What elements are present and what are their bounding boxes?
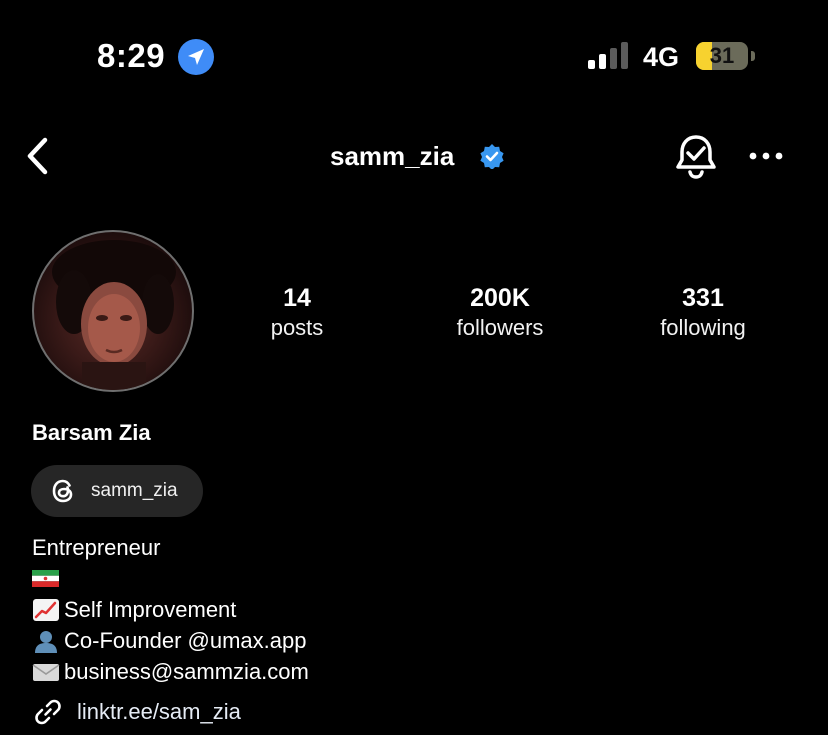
stat-followers[interactable]: 200K followers: [410, 283, 590, 343]
profile-bio: Entrepreneur Self Improvement Co-Founder…: [32, 532, 309, 687]
profile-username-title: samm_zia: [330, 141, 455, 171]
link-icon: [35, 699, 61, 725]
location-arrow-icon: [178, 39, 214, 75]
stat-followers-value: 200K: [470, 284, 530, 312]
battery-percent: 31: [709, 43, 735, 68]
bio-line-self-improvement: Self Improvement: [32, 594, 309, 625]
stat-following[interactable]: 331 following: [613, 283, 793, 343]
verified-badge-icon: [480, 144, 504, 169]
person-silhouette-icon: [35, 630, 57, 653]
stat-following-value: 331: [682, 284, 724, 312]
battery-indicator: 31: [696, 42, 748, 70]
stat-posts-label: posts: [270, 315, 324, 340]
profile-avatar[interactable]: [32, 230, 194, 392]
stat-posts-value: 14: [283, 284, 311, 312]
bio-line-email: business@sammzia.com: [32, 656, 309, 687]
link-text[interactable]: linktr.ee/sam_zia: [77, 697, 241, 727]
profile-link[interactable]: linktr.ee/sam_zia: [32, 697, 241, 727]
network-type: 4G: [643, 42, 680, 72]
profile-display-name: Barsam Zia: [32, 420, 151, 445]
bio-email-text[interactable]: business@sammzia.com: [64, 656, 309, 687]
stat-following-label: following: [660, 315, 746, 340]
status-time: 8:29: [97, 37, 166, 74]
bio-self-improvement-text: Self Improvement: [64, 597, 237, 622]
notifications-button[interactable]: [673, 133, 719, 181]
stat-followers-label: followers: [456, 315, 544, 340]
bio-line-occupation: Entrepreneur: [32, 532, 309, 563]
bio-line-cofounder: Co-Founder @umax.app: [32, 625, 309, 656]
battery-cap: [751, 51, 755, 61]
bio-occupation-text: Entrepreneur: [32, 535, 161, 560]
stat-posts[interactable]: 14 posts: [207, 283, 387, 343]
chart-increasing-icon: [33, 598, 59, 621]
threads-icon: [52, 479, 73, 503]
avatar-photo: [52, 240, 176, 390]
bio-cofounder-text[interactable]: Co-Founder @umax.app: [64, 625, 306, 656]
threads-profile-button[interactable]: samm_zia: [31, 465, 203, 517]
iran-flag-icon: [32, 570, 59, 587]
signal-bars-icon: [588, 42, 628, 69]
chevron-left-icon: [27, 137, 48, 175]
more-horizontal-icon: [749, 152, 783, 160]
threads-handle: samm_zia: [91, 480, 178, 501]
bio-line-flag: [32, 563, 309, 594]
envelope-icon: [32, 663, 60, 681]
more-options-button[interactable]: [745, 141, 787, 171]
back-button[interactable]: [20, 134, 56, 178]
